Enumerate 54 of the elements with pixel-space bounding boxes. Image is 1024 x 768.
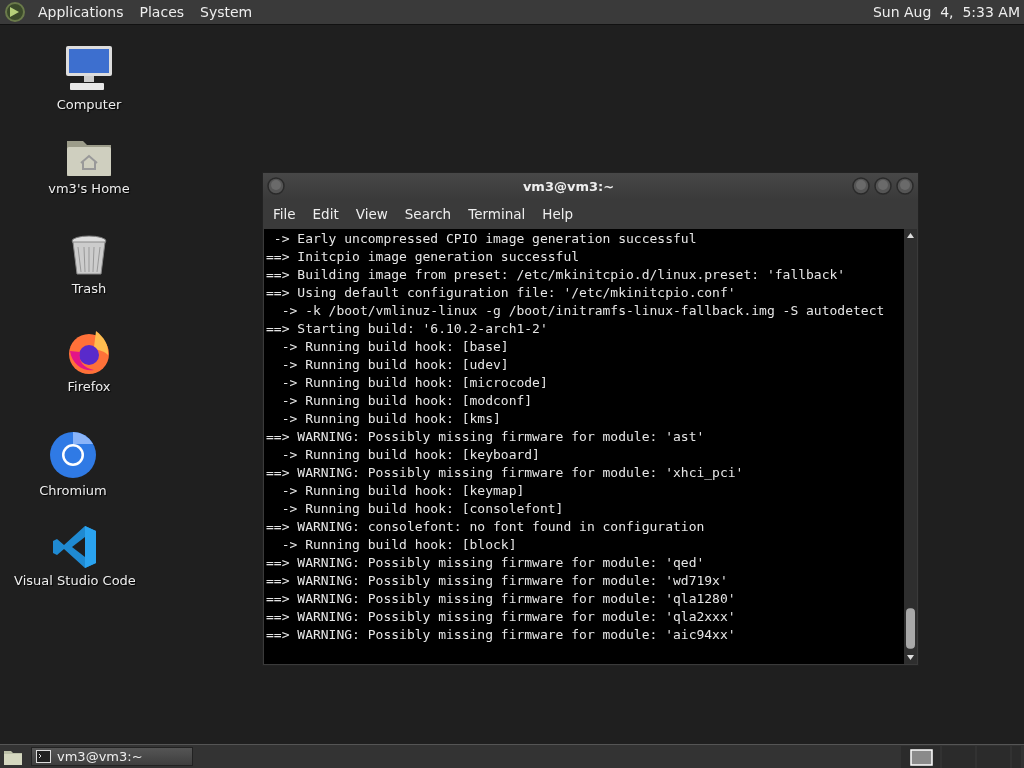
chromium-icon — [49, 431, 97, 479]
terminal-line: -> Running build hook: [keyboard] — [280, 446, 541, 464]
trash-icon — [70, 235, 108, 277]
terminal-line: ==> Building image from preset: /etc/mkinitcpio.d/linux.preset: 'fallback' — [266, 266, 847, 284]
workspace-switcher[interactable] — [901, 745, 1021, 768]
terminal-line: ==> Using default configuration file: '/etc/mkinitcpio.conf' — [266, 284, 737, 302]
terminal-line: ==> WARNING: Possibly missing firmware for module: 'wd719x' — [266, 572, 729, 590]
terminal-icon — [36, 750, 51, 763]
menu-item[interactable]: Help — [536, 206, 582, 222]
terminal-line: ==> WARNING: consolefont: no font found in configuration — [266, 518, 706, 536]
code-editor-icon — [52, 525, 98, 569]
maximize-button[interactable] — [874, 177, 892, 195]
desktop-icon-label[interactable]: Chromium — [39, 483, 107, 498]
menu-item[interactable]: Search — [398, 206, 460, 222]
desktop-icon-label[interactable]: Trash — [71, 281, 107, 296]
distro-logo-icon[interactable] — [4, 1, 26, 23]
desktop-icon-label[interactable]: Visual Studio Code — [14, 573, 136, 588]
terminal-line: ==> WARNING: Possibly missing firmware for module: 'aic94xx' — [266, 626, 737, 644]
computer-icon — [64, 45, 114, 93]
terminal-line: -> Running build hook: [base] — [280, 338, 510, 356]
menu-item[interactable]: File — [267, 206, 304, 222]
desktop-icon-label[interactable]: vm3's Home — [48, 181, 130, 196]
terminal-line: ==> Initcpio image generation successful — [266, 248, 581, 266]
panel-menu[interactable]: Applications — [34, 2, 128, 22]
window-title: vm3@vm3:~ — [521, 178, 616, 194]
desktop-icon-label[interactable]: Computer — [56, 97, 122, 112]
terminal-line: ==> WARNING: Possibly missing firmware for module: 'ast' — [266, 428, 706, 446]
menu-item[interactable]: Terminal — [462, 206, 534, 222]
firefox-icon — [66, 329, 112, 375]
terminal-line: ==> Starting build: '6.10.2-arch1-2' — [266, 320, 549, 338]
terminal-line: -> Running build hook: [kms] — [280, 410, 502, 428]
terminal-line: -> Running build hook: [consolefont] — [280, 500, 565, 518]
terminal-line: ==> WARNING: Possibly missing firmware for module: 'xhci_pci' — [266, 464, 745, 482]
menu-item[interactable]: View — [349, 206, 396, 222]
clock[interactable]: Sun Aug 4, 5:33 AM — [872, 4, 1020, 20]
terminal-line: -> Running build hook: [block] — [280, 536, 518, 554]
desktop-icon-label[interactable]: Firefox — [67, 379, 111, 394]
window-menu-button[interactable] — [267, 177, 285, 195]
terminal-line: ==> WARNING: Possibly missing firmware for module: 'qla2xxx' — [266, 608, 737, 626]
terminal-line: -> Running build hook: [keymap] — [280, 482, 526, 500]
scrollbar[interactable] — [904, 229, 917, 664]
terminal-line: -> Running build hook: [microcode] — [280, 374, 549, 392]
terminal-line: ==> WARNING: Possibly missing firmware for module: 'qla1280' — [266, 590, 737, 608]
taskbar-button[interactable]: vm3@vm3:~ — [31, 747, 193, 766]
menu-item[interactable]: Edit — [306, 206, 347, 222]
terminal-line: -> -k /boot/vmlinuz-linux -g /boot/initramfs-linux-fallback.img -S autodetect — [280, 302, 886, 320]
terminal-line: -> Early uncompressed CPIO image generation successful — [272, 230, 698, 248]
panel-menu[interactable]: Places — [135, 2, 189, 22]
panel-menu[interactable]: System — [196, 2, 257, 22]
close-button[interactable] — [896, 177, 914, 195]
terminal-line: -> Running build hook: [udev] — [280, 356, 510, 374]
terminal-line: ==> WARNING: Possibly missing firmware for module: 'qed' — [266, 554, 706, 572]
terminal-line: -> Running build hook: [modconf] — [280, 392, 534, 410]
minimize-button[interactable] — [852, 177, 870, 195]
